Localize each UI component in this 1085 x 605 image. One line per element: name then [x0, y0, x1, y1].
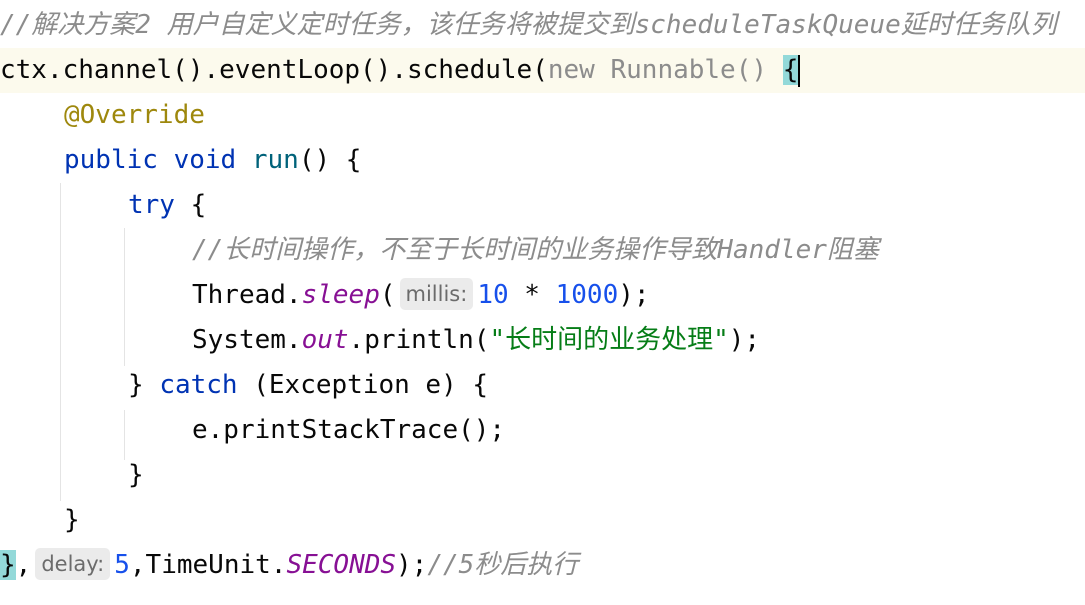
code-token: 5: [114, 550, 130, 580]
code-token: );: [728, 325, 761, 355]
code-token: public void: [64, 145, 252, 175]
code-token: {: [174, 190, 207, 220]
code-token: "长时间的业务处理": [489, 325, 729, 355]
parameter-hint: millis:: [399, 278, 474, 310]
code-line[interactable]: ctx.channel().eventLoop().schedule(new R…: [0, 48, 1085, 93]
indent-guide: [124, 228, 125, 366]
indent-guide: [124, 410, 125, 460]
code-line[interactable]: }, delay: 5,TimeUnit.SECONDS);//5秒后执行: [0, 543, 1085, 588]
text-caret: [798, 55, 801, 87]
code-token: System.: [192, 325, 302, 355]
code-token: (Exception e) {: [237, 370, 489, 400]
code-token: 10: [477, 280, 509, 310]
code-token: *: [508, 280, 556, 310]
code-token: (: [379, 280, 396, 310]
code-token: try: [128, 190, 175, 220]
code-token: );: [618, 280, 650, 310]
code-token: sleep: [301, 280, 380, 310]
code-token: out: [301, 325, 349, 355]
code-token: SECONDS: [286, 550, 397, 580]
indent-guide: [60, 183, 61, 501]
code-token: .println(: [348, 325, 490, 355]
code-token: }: [64, 505, 80, 535]
code-line[interactable]: //长时间操作，不至于长时间的业务操作导致Handler阻塞: [0, 228, 1085, 273]
code-line[interactable]: }: [0, 453, 1085, 498]
parameter-hint: delay:: [35, 548, 111, 580]
code-token: 1000: [555, 280, 619, 310]
code-token: );: [396, 550, 428, 580]
code-line[interactable]: Thread.sleep(millis: 10 * 1000);: [0, 273, 1085, 318]
code-line[interactable]: //解决方案2 用户自定义定时任务，该任务将被提交到scheduleTaskQu…: [0, 3, 1085, 48]
code-line[interactable]: System.out.println("长时间的业务处理");: [0, 318, 1085, 363]
code-line[interactable]: }: [0, 498, 1085, 543]
code-line[interactable]: } catch (Exception e) {: [0, 363, 1085, 408]
code-comment: //长时间操作，不至于长时间的业务操作导致Handler阻塞: [192, 235, 879, 265]
code-line[interactable]: e.printStackTrace();: [0, 408, 1085, 453]
code-token: Thread.: [192, 280, 302, 310]
code-token: }: [128, 370, 160, 400]
code-line[interactable]: @Override: [0, 93, 1085, 138]
code-comment: //5秒后执行: [427, 550, 579, 580]
code-token: }: [128, 460, 144, 490]
code-token: e.printStackTrace();: [192, 415, 506, 445]
code-token: ,TimeUnit.: [129, 550, 287, 580]
code-token: () {: [298, 145, 362, 175]
code-token: catch: [159, 370, 238, 400]
code-token: {: [782, 55, 799, 85]
code-token: }: [0, 550, 16, 580]
code-line[interactable]: try {: [0, 183, 1085, 228]
code-token: @Override: [64, 100, 205, 130]
code-token: ctx.channel().eventLoop().schedule(: [0, 55, 548, 85]
code-line[interactable]: public void run() {: [0, 138, 1085, 183]
code-comment: //解决方案2 用户自定义定时任务，该任务将被提交到scheduleTaskQu…: [0, 10, 1057, 40]
code-token: new Runnable(): [547, 55, 783, 85]
code-token: run: [251, 145, 299, 175]
code-token: ,: [15, 550, 32, 580]
